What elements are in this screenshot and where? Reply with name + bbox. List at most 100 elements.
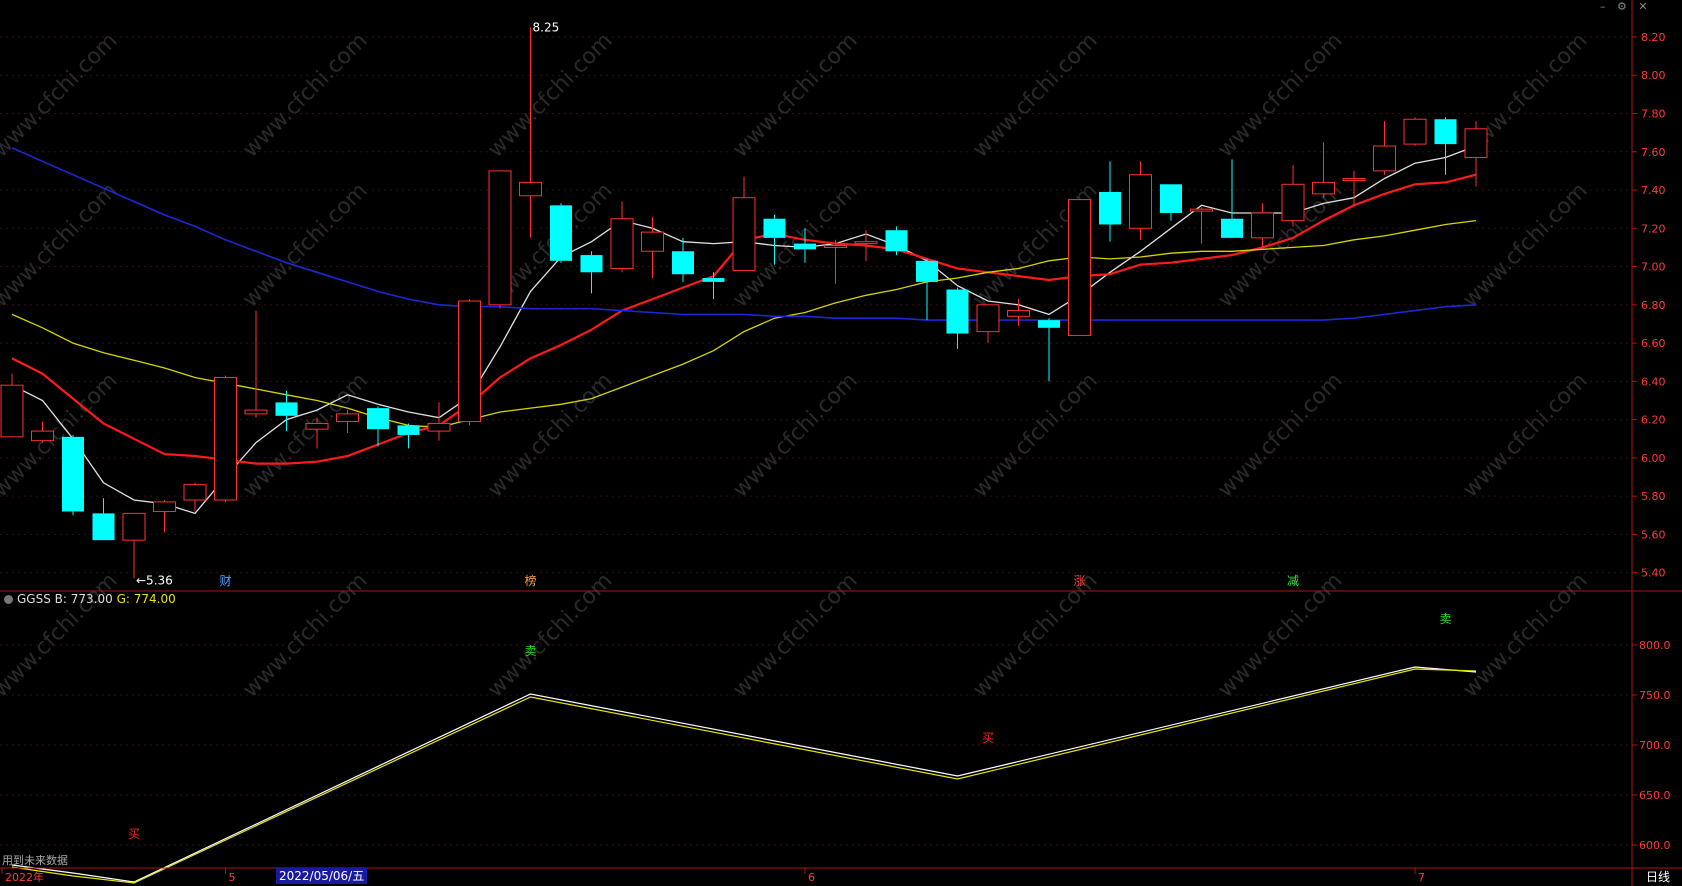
candle-body: [397, 425, 420, 435]
g-value: 774.00: [133, 592, 176, 606]
candle-body: [0, 384, 24, 438]
period-tab[interactable]: 日线: [1646, 868, 1670, 885]
candle-body: [62, 436, 84, 512]
signal-marker: 买: [982, 731, 994, 745]
candle-body: [458, 300, 481, 423]
candle[interactable]: [427, 402, 451, 441]
b-label: B:: [54, 592, 67, 606]
candle[interactable]: [672, 237, 694, 282]
watermark-text: www.cfchi.com: [0, 568, 123, 702]
candle[interactable]: [702, 272, 725, 300]
candle[interactable]: [1221, 159, 1243, 238]
candle-body: [550, 205, 572, 261]
candle[interactable]: [1129, 161, 1152, 240]
candle-body: [122, 512, 146, 541]
candle[interactable]: [122, 512, 146, 579]
watermark-text: www.cfchi.com: [483, 28, 617, 162]
price-tick-label: 6.00: [1641, 452, 1666, 465]
candle[interactable]: [62, 434, 84, 516]
candle-body: [732, 197, 756, 271]
candle-body: [153, 501, 176, 512]
candle[interactable]: [183, 482, 207, 512]
window-controls[interactable]: – ⚙ ✕: [1600, 0, 1656, 13]
signal-marker: 卖: [524, 644, 536, 658]
candle[interactable]: [1190, 207, 1213, 244]
price-tick-label: 6.40: [1641, 375, 1666, 388]
candle[interactable]: [610, 201, 634, 273]
candle-body: [976, 304, 1000, 333]
candle-body: [1281, 183, 1305, 222]
indicator-tick-label: 600.0: [1639, 839, 1671, 852]
candle[interactable]: [580, 251, 603, 294]
watermark-text: www.cfchi.com: [483, 568, 617, 702]
watermark-layer: www.cfchi.com www.cfchi.com www.cfchi.com w…: [0, 28, 1593, 702]
indicator-toggle-icon[interactable]: [4, 595, 13, 604]
candle[interactable]: [1160, 184, 1182, 221]
candle[interactable]: [153, 499, 176, 533]
candle[interactable]: [1007, 299, 1030, 326]
candle[interactable]: [458, 299, 481, 426]
event-marker[interactable]: 减: [1287, 574, 1299, 588]
future-data-note: 用到未来数据: [2, 854, 68, 867]
candle[interactable]: [1068, 199, 1091, 336]
candle[interactable]: [488, 170, 512, 309]
watermark-text: www.cfchi.com: [728, 568, 862, 702]
candle-body: [824, 245, 847, 248]
candle[interactable]: [336, 410, 359, 434]
candle-body: [336, 413, 359, 423]
price-tick-label: 6.20: [1641, 414, 1666, 427]
candle[interactable]: [1038, 318, 1060, 382]
candle[interactable]: [824, 239, 847, 284]
minimize-icon[interactable]: –: [1600, 0, 1606, 13]
candle-body: [672, 251, 694, 275]
candle-body: [275, 402, 298, 416]
watermark-text: www.cfchi.com: [238, 178, 372, 312]
candle[interactable]: [0, 373, 24, 438]
candle[interactable]: [367, 406, 389, 447]
event-marker[interactable]: 榜: [524, 573, 536, 588]
settings-icon[interactable]: ⚙: [1617, 0, 1627, 13]
candle-body: [244, 409, 268, 415]
candle-body: [1251, 212, 1274, 239]
candle[interactable]: [214, 375, 237, 502]
candle[interactable]: [976, 304, 1000, 344]
candle[interactable]: [732, 176, 756, 271]
indicator-tick-label: 700.0: [1639, 739, 1671, 752]
candle[interactable]: [1342, 170, 1366, 206]
indicator-tick-label: 750.0: [1639, 689, 1671, 702]
chart-stage[interactable]: www.cfchi.com www.cfchi.com www.cfchi.com w…: [0, 0, 1682, 886]
candle[interactable]: [244, 310, 268, 418]
candle-body: [885, 230, 908, 252]
candle-body: [1007, 310, 1030, 317]
candle[interactable]: [916, 258, 938, 321]
candle-body: [1464, 128, 1488, 159]
price-tick-label: 5.40: [1641, 567, 1666, 580]
price-tick-label: 7.60: [1641, 146, 1666, 159]
event-marker[interactable]: 涨: [1073, 573, 1085, 588]
close-icon[interactable]: ✕: [1638, 0, 1647, 13]
indicator-name: GGSS: [17, 592, 51, 606]
candle-body: [1312, 181, 1335, 195]
price-tick-label: 7.20: [1641, 222, 1666, 235]
candle[interactable]: [1312, 142, 1335, 198]
price-tick-label: 6.80: [1641, 299, 1666, 312]
candle[interactable]: [550, 203, 572, 263]
candle-body: [519, 181, 542, 197]
candle[interactable]: [1434, 117, 1457, 175]
candle-body: [1190, 208, 1213, 212]
event-marker[interactable]: 财: [219, 574, 231, 588]
candle[interactable]: [1281, 165, 1305, 227]
candle-body: [1342, 178, 1366, 181]
date-tick-label: 6: [808, 871, 815, 884]
candle[interactable]: [885, 226, 908, 256]
candle[interactable]: [1403, 117, 1427, 147]
candle-body: [214, 377, 237, 501]
candle[interactable]: [946, 287, 969, 349]
candle[interactable]: [1099, 161, 1121, 242]
candle[interactable]: [92, 498, 115, 541]
candle[interactable]: [1373, 121, 1396, 175]
price-tick-label: 5.80: [1641, 490, 1666, 503]
event-markers[interactable]: 财榜涨减: [219, 573, 1299, 588]
price-tick-label: 6.60: [1641, 337, 1666, 350]
indicator-legend: GGSS B: 773.00 G: 774.00: [4, 592, 176, 606]
